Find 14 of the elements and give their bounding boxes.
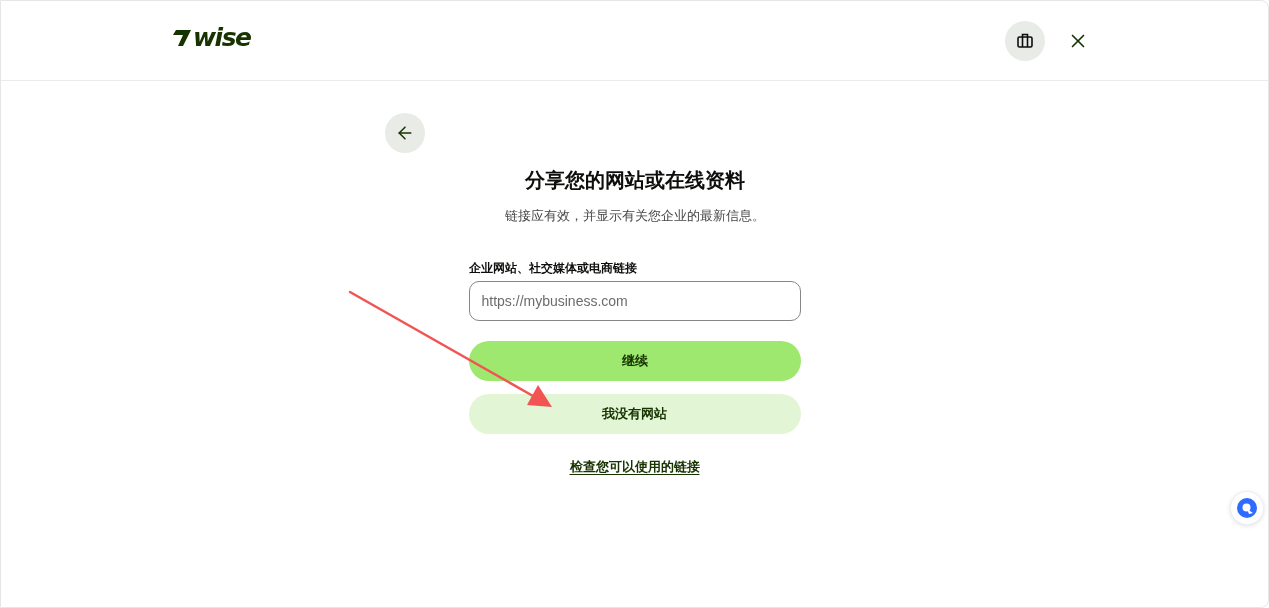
back-button[interactable] [384, 113, 425, 153]
business-button[interactable] [1005, 20, 1045, 61]
chat-button[interactable] [1230, 491, 1264, 525]
website-input-field[interactable]: https://mybusiness.com [468, 281, 801, 321]
logo-flag-icon [172, 28, 192, 47]
continue-button[interactable]: 继续 [468, 341, 801, 381]
logo-text: wise [193, 25, 251, 50]
page-subtitle: 链接应有效，并显示有关您企业的最新信息。 [504, 207, 765, 225]
secondary-button[interactable]: 我没有网站 [468, 394, 801, 434]
briefcase-icon [1017, 33, 1033, 48]
field-label: 企业网站、社交媒体或电商链接 [468, 260, 637, 277]
page-title: 分享您的网站或在线资料 [524, 168, 745, 193]
check-links-link[interactable]: 检查您可以使用的链接 [569, 457, 700, 477]
chat-bubble-icon [1237, 498, 1257, 518]
